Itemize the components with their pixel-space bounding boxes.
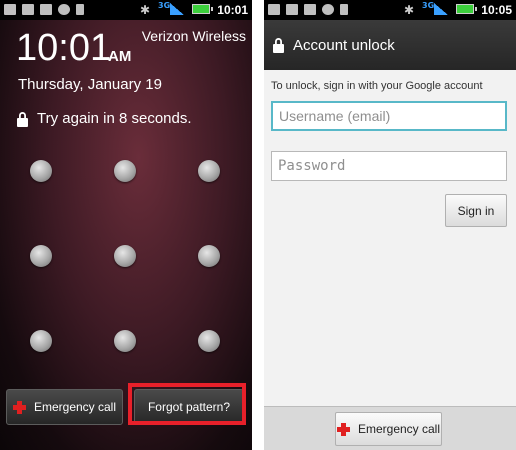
- usb-icon: [40, 4, 52, 15]
- lock-icon: [273, 38, 284, 53]
- sign-in-button[interactable]: Sign in: [445, 194, 507, 227]
- battery-icon: [192, 4, 213, 14]
- lockscreen-panel: ✱ 3G 10:01 10:01 AM Verizon Wireless Thu…: [0, 0, 252, 450]
- pattern-dot-5[interactable]: [114, 245, 136, 267]
- calendar-icon: [268, 4, 280, 15]
- page-title: Account unlock: [293, 36, 395, 54]
- pattern-dot-8[interactable]: [114, 330, 136, 352]
- emergency-call-label: Emergency call: [33, 400, 117, 414]
- lockout-message: Try again in 8 seconds.: [16, 110, 192, 127]
- usb-icon: [304, 4, 316, 15]
- signal-icon: [170, 3, 184, 15]
- usb-debug-icon: [340, 4, 348, 15]
- status-time: 10:01: [217, 3, 248, 17]
- highlight-box: [128, 383, 246, 425]
- network-type-label: 3G: [422, 1, 435, 10]
- signal-icon: [434, 3, 448, 15]
- emergency-cross-icon: [336, 422, 350, 436]
- pattern-dot-1[interactable]: [30, 160, 52, 182]
- password-input[interactable]: [271, 151, 507, 181]
- account-unlock-panel: ✱ 3G 10:05 Account unlock To unlock, sig…: [264, 0, 516, 450]
- status-bar: ✱ 3G 10:05: [264, 0, 516, 20]
- lock-date: Thursday, January 19: [18, 76, 162, 93]
- pattern-dot-7[interactable]: [30, 330, 52, 352]
- sync-icon: [58, 4, 70, 15]
- status-time: 10:05: [481, 3, 512, 17]
- mail-icon: [22, 4, 34, 15]
- pattern-dot-2[interactable]: [114, 160, 136, 182]
- title-bar: Account unlock: [264, 20, 516, 70]
- sync-icon: [322, 4, 334, 15]
- battery-icon: [456, 4, 477, 14]
- emergency-call-button[interactable]: Emergency call: [335, 412, 442, 446]
- lockout-message-text: Try again in 8 seconds.: [37, 110, 192, 127]
- lock-icon: [17, 111, 28, 127]
- pattern-dot-3[interactable]: [198, 160, 220, 182]
- mail-icon: [286, 4, 298, 15]
- calendar-icon: [4, 4, 16, 15]
- emergency-call-label: Emergency call: [357, 422, 441, 436]
- usb-debug-icon: [76, 4, 84, 15]
- instruction-text: To unlock, sign in with your Google acco…: [271, 80, 483, 92]
- pattern-dot-9[interactable]: [198, 330, 220, 352]
- carrier-name: Verizon Wireless: [141, 28, 246, 44]
- lock-ampm: AM: [108, 48, 132, 65]
- bluetooth-icon: ✱: [140, 3, 151, 17]
- username-input[interactable]: [271, 101, 507, 131]
- pattern-dot-4[interactable]: [30, 245, 52, 267]
- status-bar: ✱ 3G 10:01: [0, 0, 252, 20]
- network-type-label: 3G: [158, 1, 171, 10]
- emergency-cross-icon: [12, 400, 26, 414]
- pattern-dot-6[interactable]: [198, 245, 220, 267]
- bluetooth-icon: ✱: [404, 3, 415, 17]
- lock-clock: 10:01: [16, 27, 112, 69]
- emergency-call-button[interactable]: Emergency call: [6, 389, 123, 425]
